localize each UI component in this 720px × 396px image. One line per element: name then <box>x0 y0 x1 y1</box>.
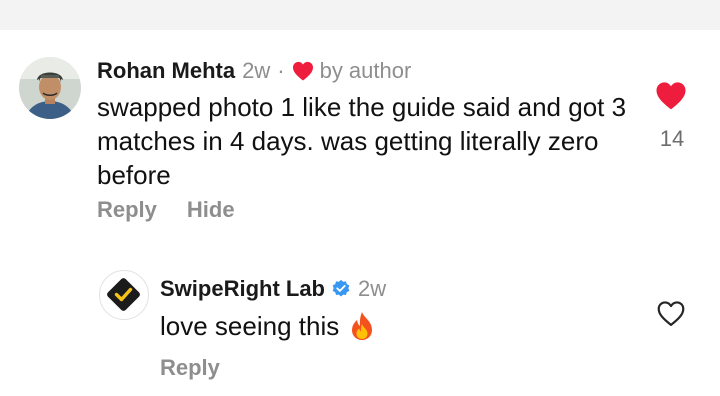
verified-badge-icon <box>331 279 351 299</box>
reply-meta: SwipeRight Lab 2w <box>160 276 386 302</box>
like-count: 14 <box>659 126 685 151</box>
reply-author[interactable]: SwipeRight Lab <box>160 276 325 302</box>
meta-separator: · <box>277 58 285 83</box>
top-divider-area <box>0 0 720 30</box>
hide-button[interactable]: Hide <box>187 197 235 223</box>
user-avatar[interactable] <box>19 57 81 119</box>
reply-text-row: love seeing this <box>160 309 375 343</box>
brand-avatar[interactable] <box>99 270 149 320</box>
reply-timestamp: 2w <box>358 276 387 301</box>
comment-text: swapped photo 1 like the guide said and … <box>97 92 627 190</box>
checkmark-logo-icon <box>107 278 140 311</box>
comment-meta: Rohan Mehta 2w · by author <box>97 58 411 84</box>
reply-text: love seeing this <box>160 311 340 341</box>
comment-timestamp: 2w <box>242 58 271 83</box>
comment-actions: Reply Hide <box>97 197 265 223</box>
reply-button[interactable]: Reply <box>97 197 157 223</box>
liked-by-author-label: by author <box>319 58 412 83</box>
heart-outline-icon[interactable] <box>656 300 686 327</box>
profile-photo <box>19 57 81 119</box>
reply-button[interactable]: Reply <box>160 355 220 381</box>
reply-actions: Reply <box>160 355 250 381</box>
comment-author[interactable]: Rohan Mehta <box>97 58 235 84</box>
fire-emoji <box>349 311 375 341</box>
heart-filled-icon[interactable] <box>655 81 687 110</box>
heart-filled-icon <box>292 61 314 81</box>
